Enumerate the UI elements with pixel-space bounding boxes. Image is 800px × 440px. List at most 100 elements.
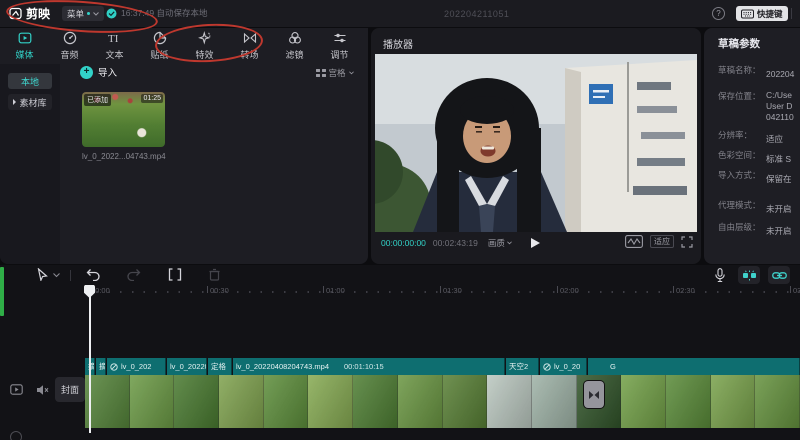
link-toggle[interactable]	[768, 266, 790, 284]
clip-segment[interactable]: lv_0_20	[540, 358, 587, 375]
filmstrip-frame	[711, 375, 756, 428]
microphone-icon[interactable]	[714, 268, 726, 283]
clip-duration: 00:01:10:15	[344, 362, 384, 371]
view-mode-select[interactable]: 宫格	[316, 67, 354, 79]
topbar: 剪映 菜单 16:37:49 自动保存本地 202204211051 ? 快捷键	[0, 0, 800, 27]
param-row: 自由层级：未开启	[718, 221, 800, 239]
collapse-arrow-icon	[13, 99, 16, 105]
clip-label: G	[610, 362, 616, 371]
tab-transition[interactable]: 转场	[227, 29, 272, 63]
clip-label: lv_0_202204	[170, 362, 207, 371]
param-row: 代理模式：未开启	[718, 199, 800, 217]
media-icon	[18, 31, 32, 45]
added-badge: 已添加	[84, 94, 111, 106]
chevron-down-icon	[507, 241, 512, 245]
app-logo[interactable]: 剪映	[9, 5, 50, 22]
player-panel: 播放器	[371, 28, 701, 264]
timeline-panel: 00:0000:3001:0001:3002:0002:3003 封面 摘摘lv…	[0, 265, 800, 440]
media-clip-filename: lv_0_2022...04743.mp4	[82, 152, 172, 161]
chevron-down-icon[interactable]	[53, 273, 60, 278]
param-label: 草稿名称：	[718, 64, 766, 76]
cursor-icon[interactable]	[36, 268, 49, 281]
quality-select[interactable]: 画质	[488, 237, 512, 249]
tab-filter[interactable]: 滤镜	[272, 29, 317, 63]
clip-segment[interactable]: lv_0_202	[107, 358, 166, 375]
clip-segment[interactable]: lv_0_20220408204743.mp4 00:01:10:15	[233, 358, 505, 375]
tab-label: 文本	[105, 48, 123, 61]
filmstrip-frame	[130, 375, 175, 428]
adjust-icon	[333, 31, 347, 45]
redo-icon[interactable]	[126, 268, 141, 281]
clip-label: lv_0_20220408204743.mp4	[236, 362, 329, 371]
snap-icon	[742, 270, 757, 281]
player-right-controls: 适应	[625, 235, 693, 248]
delete-icon[interactable]	[208, 268, 221, 281]
param-row: 分辨率：适应	[718, 129, 800, 147]
shortcuts-button[interactable]: 快捷键	[736, 6, 788, 21]
question-icon: ?	[716, 9, 720, 18]
clip-segment[interactable]: lv_0_202204	[167, 358, 207, 375]
cover-button[interactable]: 封面	[55, 377, 85, 402]
tab-sticker[interactable]: 贴纸	[137, 29, 182, 63]
tab-label: 滤镜	[285, 48, 303, 61]
params-title: 草稿参数	[718, 36, 760, 51]
video-frame-image	[375, 54, 697, 232]
snap-toggle[interactable]	[738, 266, 760, 284]
tab-audio[interactable]: 音频	[47, 29, 92, 63]
track-option-icon[interactable]	[10, 431, 22, 440]
fit-button[interactable]: 适应	[650, 235, 674, 248]
autosave-status: 16:37:49 自动保存本地	[106, 7, 207, 19]
video-preview[interactable]	[375, 54, 697, 232]
draft-params-panel: 草稿参数 草稿名称：202204保存位置：C:/UseUser D042110分…	[704, 28, 800, 264]
undo-icon[interactable]	[86, 268, 101, 281]
clip-label: 天空2	[509, 361, 528, 372]
filmstrip-frame	[219, 375, 264, 428]
filmstrip-frame	[621, 375, 666, 428]
param-label: 色彩空间：	[718, 149, 766, 161]
speed-icon	[543, 363, 551, 371]
import-label: 导入	[98, 65, 117, 79]
media-clip-thumbnail[interactable]: 已添加 01:25	[82, 92, 165, 147]
filmstrip-frame	[174, 375, 219, 428]
param-value: 未开启	[766, 204, 800, 215]
fullscreen-icon[interactable]	[681, 236, 693, 248]
param-label: 分辨率：	[718, 129, 766, 141]
clip-segment[interactable]: 定格	[208, 358, 232, 375]
clip-filmstrip[interactable]	[85, 375, 800, 428]
clip-label: 定格	[211, 361, 226, 372]
clip-label: lv_0_20	[554, 362, 580, 371]
project-name: 202204211051	[444, 9, 509, 19]
ruler-minor-ticks	[85, 291, 800, 293]
split-icon[interactable]	[168, 268, 182, 281]
resource-tabs: 媒体音频TI文本贴纸 特效 转场滤镜 调节	[2, 29, 362, 63]
clip-segment[interactable]: 摘	[96, 358, 106, 375]
clip-label: 摘	[99, 361, 106, 372]
clip-segment[interactable]: 天空2	[506, 358, 539, 375]
import-button[interactable]: + 导入	[80, 65, 117, 79]
filmstrip-frame	[353, 375, 398, 428]
muted-speaker-icon[interactable]	[36, 384, 49, 396]
sidebar-item-library[interactable]: 素材库	[8, 94, 52, 110]
param-value: 保留在	[766, 174, 800, 185]
play-button[interactable]	[531, 238, 540, 248]
sticker-icon	[153, 31, 167, 45]
scope-icon[interactable]	[625, 235, 643, 248]
playhead-handle[interactable]	[84, 285, 95, 298]
tab-text[interactable]: TI文本	[92, 29, 137, 63]
clip-segment[interactable]: G	[588, 358, 800, 375]
tab-adjust[interactable]: 调节	[317, 29, 362, 63]
filmstrip-frame	[666, 375, 711, 428]
playhead-line	[89, 287, 91, 433]
tab-label: 特效	[195, 48, 213, 61]
menu-button[interactable]: 菜单	[62, 6, 104, 21]
transition-marker[interactable]	[584, 381, 604, 408]
chevron-down-icon	[349, 71, 354, 75]
tab-effects[interactable]: 特效	[182, 29, 227, 63]
param-label: 保存位置：	[718, 90, 766, 102]
sidebar-item-local[interactable]: 本地	[8, 73, 52, 89]
tab-media[interactable]: 媒体	[2, 29, 47, 63]
tab-label: 贴纸	[150, 48, 168, 61]
help-button[interactable]: ?	[712, 7, 725, 20]
keyboard-icon	[741, 9, 754, 19]
check-circle-icon	[106, 8, 117, 19]
